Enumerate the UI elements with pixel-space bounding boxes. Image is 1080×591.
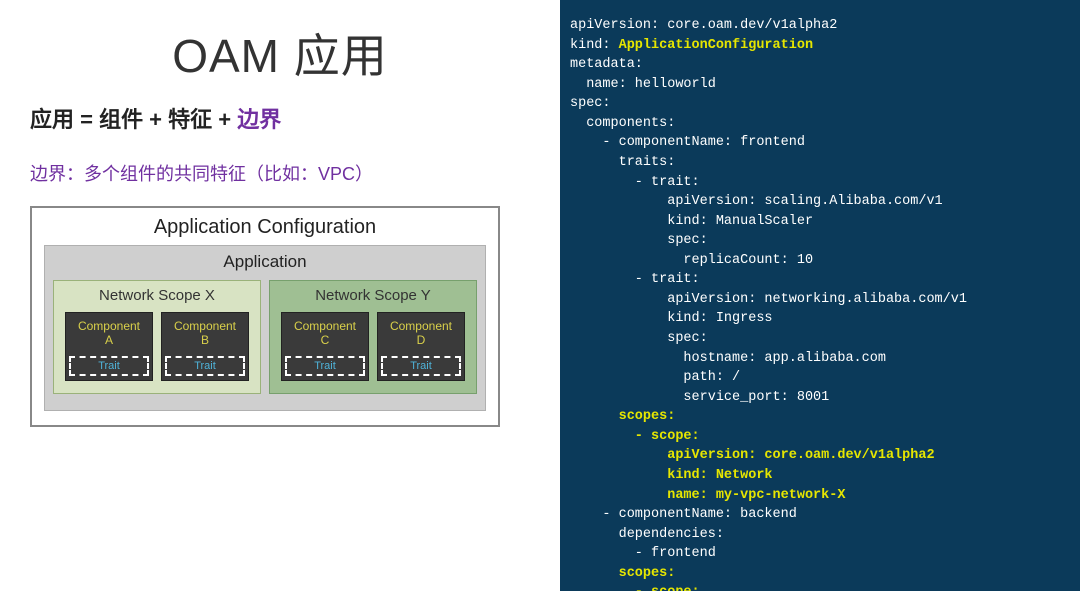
code-line: - trait: bbox=[570, 272, 700, 287]
component-b-label: ComponentB bbox=[162, 313, 248, 356]
code-line: - trait: bbox=[570, 175, 700, 190]
component-c: ComponentC Trait bbox=[281, 312, 369, 381]
scope-y-title: Network Scope Y bbox=[278, 287, 468, 304]
component-c-label: ComponentC bbox=[282, 313, 368, 356]
component-c-trait: Trait bbox=[285, 356, 365, 376]
code-line: apiVersion: core.oam.dev/v1alpha2 bbox=[570, 18, 837, 33]
diagram-application-box: Application Network Scope X ComponentA T… bbox=[44, 245, 486, 411]
scope-caption: 边界：多个组件的共同特征（比如：VPC） bbox=[30, 160, 530, 186]
component-a: ComponentA Trait bbox=[65, 312, 153, 381]
code-line: kind: ManualScaler bbox=[570, 214, 813, 229]
code-line: - frontend bbox=[570, 546, 716, 561]
code-line: dependencies: bbox=[570, 527, 724, 542]
code-line: metadata: bbox=[570, 57, 643, 72]
code-scopes-highlight: scopes: bbox=[570, 566, 675, 581]
component-b-trait: Trait bbox=[165, 356, 245, 376]
page-title: OAM 应用 bbox=[30, 20, 530, 86]
code-line: - componentName: backend bbox=[570, 507, 797, 522]
code-line: traits: bbox=[570, 155, 675, 170]
code-scopes-highlight: kind: Network bbox=[570, 468, 773, 483]
component-d: ComponentD Trait bbox=[377, 312, 465, 381]
code-line: - componentName: frontend bbox=[570, 135, 805, 150]
code-line: kind: bbox=[570, 38, 619, 53]
scopes-row: Network Scope X ComponentA Trait Compone… bbox=[53, 280, 477, 394]
diagram-application-configuration: Application Configuration Application Ne… bbox=[30, 206, 500, 427]
left-pane: OAM 应用 应用 = 组件 + 特征 + 边界 边界：多个组件的共同特征（比如… bbox=[0, 0, 560, 591]
code-line: apiVersion: networking.alibaba.com/v1 bbox=[570, 292, 967, 307]
code-line: spec: bbox=[570, 233, 708, 248]
code-line: name: helloworld bbox=[570, 77, 716, 92]
component-d-label: ComponentD bbox=[378, 313, 464, 356]
code-line: kind: Ingress bbox=[570, 311, 773, 326]
component-a-label: ComponentA bbox=[66, 313, 152, 356]
scope-x-title: Network Scope X bbox=[62, 287, 252, 304]
code-scopes-highlight: - scope: bbox=[570, 429, 700, 444]
code-line: spec: bbox=[570, 331, 708, 346]
scope-x-components: ComponentA Trait ComponentB Trait bbox=[62, 312, 252, 381]
code-scopes-highlight: apiVersion: core.oam.dev/v1alpha2 bbox=[570, 448, 935, 463]
network-scope-y: Network Scope Y ComponentC Trait Compone… bbox=[269, 280, 477, 394]
yaml-code-block: apiVersion: core.oam.dev/v1alpha2 kind: … bbox=[570, 16, 1070, 591]
code-line: service_port: 8001 bbox=[570, 390, 829, 405]
equation: 应用 = 组件 + 特征 + 边界 bbox=[30, 102, 530, 134]
equation-accent: 边界 bbox=[237, 107, 281, 132]
code-line: spec: bbox=[570, 96, 611, 111]
component-a-trait: Trait bbox=[69, 356, 149, 376]
right-pane-code: apiVersion: core.oam.dev/v1alpha2 kind: … bbox=[560, 0, 1080, 591]
code-scopes-highlight: scopes: bbox=[570, 409, 675, 424]
scope-y-components: ComponentC Trait ComponentD Trait bbox=[278, 312, 468, 381]
equation-prefix: 应用 = 组件 + 特征 + bbox=[30, 107, 237, 132]
diagram-outer-title: Application Configuration bbox=[44, 216, 486, 239]
code-kind-highlight: ApplicationConfiguration bbox=[619, 38, 813, 53]
network-scope-x: Network Scope X ComponentA Trait Compone… bbox=[53, 280, 261, 394]
code-line: apiVersion: scaling.Alibaba.com/v1 bbox=[570, 194, 943, 209]
code-line: hostname: app.alibaba.com bbox=[570, 351, 886, 366]
component-b: ComponentB Trait bbox=[161, 312, 249, 381]
diagram-application-title: Application bbox=[53, 252, 477, 272]
code-line: components: bbox=[570, 116, 675, 131]
code-scopes-highlight: name: my-vpc-network-X bbox=[570, 488, 845, 503]
code-scopes-highlight: - scope: bbox=[570, 585, 700, 591]
code-line: replicaCount: 10 bbox=[570, 253, 813, 268]
code-line: path: / bbox=[570, 370, 740, 385]
component-d-trait: Trait bbox=[381, 356, 461, 376]
